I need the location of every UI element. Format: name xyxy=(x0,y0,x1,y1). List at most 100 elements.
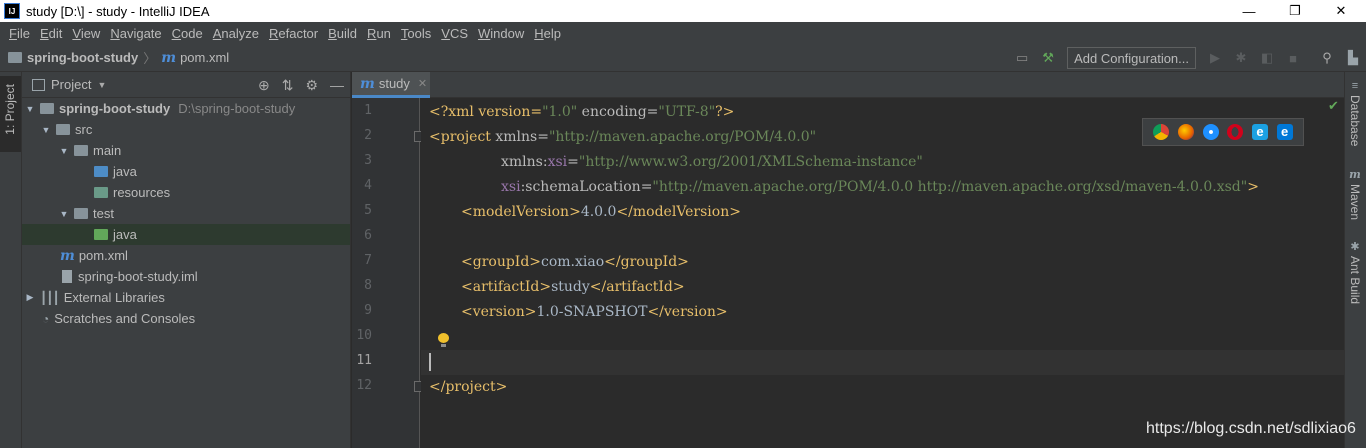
code-line-3: xmlns:xsi="http://www.w3.org/2001/XMLSch… xyxy=(501,154,923,170)
close-window-button[interactable]: ✕ xyxy=(1318,0,1364,22)
chevron-down-icon[interactable]: ▼ xyxy=(97,80,106,90)
search-icon[interactable]: ⚲ xyxy=(1316,47,1338,69)
expand-arrow-icon[interactable]: ▼ xyxy=(40,125,52,135)
breadcrumb-project[interactable]: spring-boot-study xyxy=(27,50,138,65)
menu-refactor[interactable]: Refactor xyxy=(264,26,323,41)
line-number: 9 xyxy=(364,303,372,318)
breadcrumb-file[interactable]: pom.xml xyxy=(180,50,229,65)
ant-icon: ✱ xyxy=(1350,241,1360,253)
opera-icon[interactable] xyxy=(1227,124,1244,140)
coverage-icon[interactable]: ◧ xyxy=(1256,47,1278,69)
code-line-4: xsi:schemaLocation="http://maven.apache.… xyxy=(501,179,1259,195)
run-icon[interactable]: ▶ xyxy=(1204,47,1226,69)
tree-item-pom-xml[interactable]: m pom.xml xyxy=(22,245,350,266)
ant-build-tool-tab[interactable]: ✱ Ant Build xyxy=(1348,240,1362,304)
database-icon: ≡ xyxy=(1351,80,1359,92)
source-folder-icon xyxy=(94,166,108,177)
expand-arrow-icon[interactable]: ▼ xyxy=(58,209,70,219)
tree-item-label: test xyxy=(93,206,114,221)
chrome-icon[interactable] xyxy=(1153,124,1170,140)
stop-icon[interactable]: ■ xyxy=(1282,47,1304,69)
menu-run[interactable]: Run xyxy=(362,26,396,41)
menu-view[interactable]: View xyxy=(67,26,105,41)
collapse-all-icon[interactable]: ⇅ xyxy=(282,77,294,94)
code-line-11-current xyxy=(421,350,1344,375)
title-bar: IJ study [D:\] - study - IntelliJ IDEA —… xyxy=(0,0,1366,22)
code-editor[interactable]: <?xml version="1.0" encoding="UTF-8"?> <… xyxy=(421,98,1344,448)
tree-item-label: spring-boot-study.iml xyxy=(78,269,198,284)
tree-item-scratches[interactable]: ◔ Scratches and Consoles xyxy=(22,308,350,329)
gear-icon[interactable]: ⚙ xyxy=(305,77,318,94)
maven-tool-tab[interactable]: m Maven xyxy=(1348,168,1362,220)
menu-vcs[interactable]: VCS xyxy=(436,26,473,41)
internet-explorer-icon[interactable]: e xyxy=(1251,124,1268,140)
tree-item-main[interactable]: ▼ main xyxy=(22,140,350,161)
no-problems-check-icon: ✔ xyxy=(1328,98,1339,113)
close-icon[interactable]: ✕ xyxy=(418,77,427,90)
maven-icon: m xyxy=(60,247,75,264)
edge-icon[interactable]: e xyxy=(1276,124,1293,140)
line-number: 6 xyxy=(364,228,372,243)
folder-icon xyxy=(74,208,88,219)
editor-tabs: m study ✕ xyxy=(352,72,1344,98)
tree-item-label: External Libraries xyxy=(63,290,165,305)
project-tool-tab[interactable]: 1: Project xyxy=(0,76,21,152)
safari-icon[interactable] xyxy=(1202,124,1219,140)
project-structure-icon[interactable]: ▙ xyxy=(1342,47,1364,69)
tree-item-test-java[interactable]: java xyxy=(22,224,350,245)
code-line-7: <groupId>com.xiao</groupId> xyxy=(461,254,689,270)
module-folder-icon xyxy=(40,103,54,114)
lightbulb-icon[interactable] xyxy=(438,333,449,347)
left-tool-stripe: 1: Project xyxy=(0,72,22,448)
resources-folder-icon xyxy=(94,187,108,198)
hide-panel-icon[interactable]: — xyxy=(330,77,344,93)
line-number: 12 xyxy=(356,378,372,393)
build-project-icon[interactable]: ▭ xyxy=(1011,47,1033,69)
test-folder-icon xyxy=(94,229,108,240)
ant-build-tab-label: Ant Build xyxy=(1348,256,1362,305)
menu-file[interactable]: File xyxy=(4,26,35,41)
expand-arrow-icon[interactable]: ▼ xyxy=(24,104,36,114)
menu-navigate[interactable]: Navigate xyxy=(105,26,166,41)
tab-study[interactable]: m study ✕ xyxy=(352,72,430,98)
debug-icon[interactable]: ✱ xyxy=(1230,47,1252,69)
iml-file-icon xyxy=(62,270,72,283)
locate-icon[interactable]: ⊕ xyxy=(258,77,270,94)
text-cursor xyxy=(429,353,431,371)
code-line-5: <modelVersion>4.0.0</modelVersion> xyxy=(461,204,741,220)
menu-build[interactable]: Build xyxy=(323,26,362,41)
tree-item-spring-boot-study[interactable]: ▼ spring-boot-study D:\spring-boot-study xyxy=(22,98,350,119)
project-panel-header: Project ▼ ⊕ ⇅ ⚙ — xyxy=(22,72,350,98)
tree-item-external-libraries[interactable]: ▶ ┃┃┃ External Libraries xyxy=(22,287,350,308)
tree-item-label: java xyxy=(113,164,137,179)
hammer-icon[interactable]: ⚒ xyxy=(1037,47,1059,69)
menu-code[interactable]: Code xyxy=(167,26,208,41)
tree-item-iml[interactable]: spring-boot-study.iml xyxy=(22,266,350,287)
menu-analyze[interactable]: Analyze xyxy=(208,26,264,41)
folder-icon xyxy=(56,124,70,135)
tree-item-main-java[interactable]: java xyxy=(22,161,350,182)
expand-arrow-icon[interactable]: ▼ xyxy=(58,146,70,156)
minimize-button[interactable]: — xyxy=(1226,0,1272,22)
project-panel-actions: ⊕ ⇅ ⚙ — xyxy=(246,72,344,98)
tree-item-resources[interactable]: resources xyxy=(22,182,350,203)
tree-item-label: Scratches and Consoles xyxy=(54,311,196,326)
maximize-button[interactable]: ❐ xyxy=(1272,0,1318,22)
menu-edit[interactable]: Edit xyxy=(35,26,67,41)
menu-window[interactable]: Window xyxy=(473,26,529,41)
firefox-icon[interactable] xyxy=(1177,124,1194,140)
tree-item-path: D:\spring-boot-study xyxy=(178,101,296,116)
code-line-9: <version>1.0-SNAPSHOT</version> xyxy=(461,304,728,320)
watermark: https://blog.csdn.net/sdlixiao6 xyxy=(1146,420,1356,437)
database-tool-tab[interactable]: ≡ Database xyxy=(1348,80,1362,146)
line-number: 3 xyxy=(364,153,372,168)
tree-item-src[interactable]: ▼ src xyxy=(22,119,350,140)
folder-icon xyxy=(8,52,22,63)
add-configuration-button[interactable]: Add Configuration... xyxy=(1067,47,1196,69)
project-view-icon xyxy=(32,78,45,91)
menu-help[interactable]: Help xyxy=(529,26,566,41)
project-view-selector[interactable]: Project xyxy=(51,77,91,92)
tree-item-test[interactable]: ▼ test xyxy=(22,203,350,224)
expand-arrow-icon[interactable]: ▶ xyxy=(24,292,36,303)
menu-tools[interactable]: Tools xyxy=(396,26,436,41)
